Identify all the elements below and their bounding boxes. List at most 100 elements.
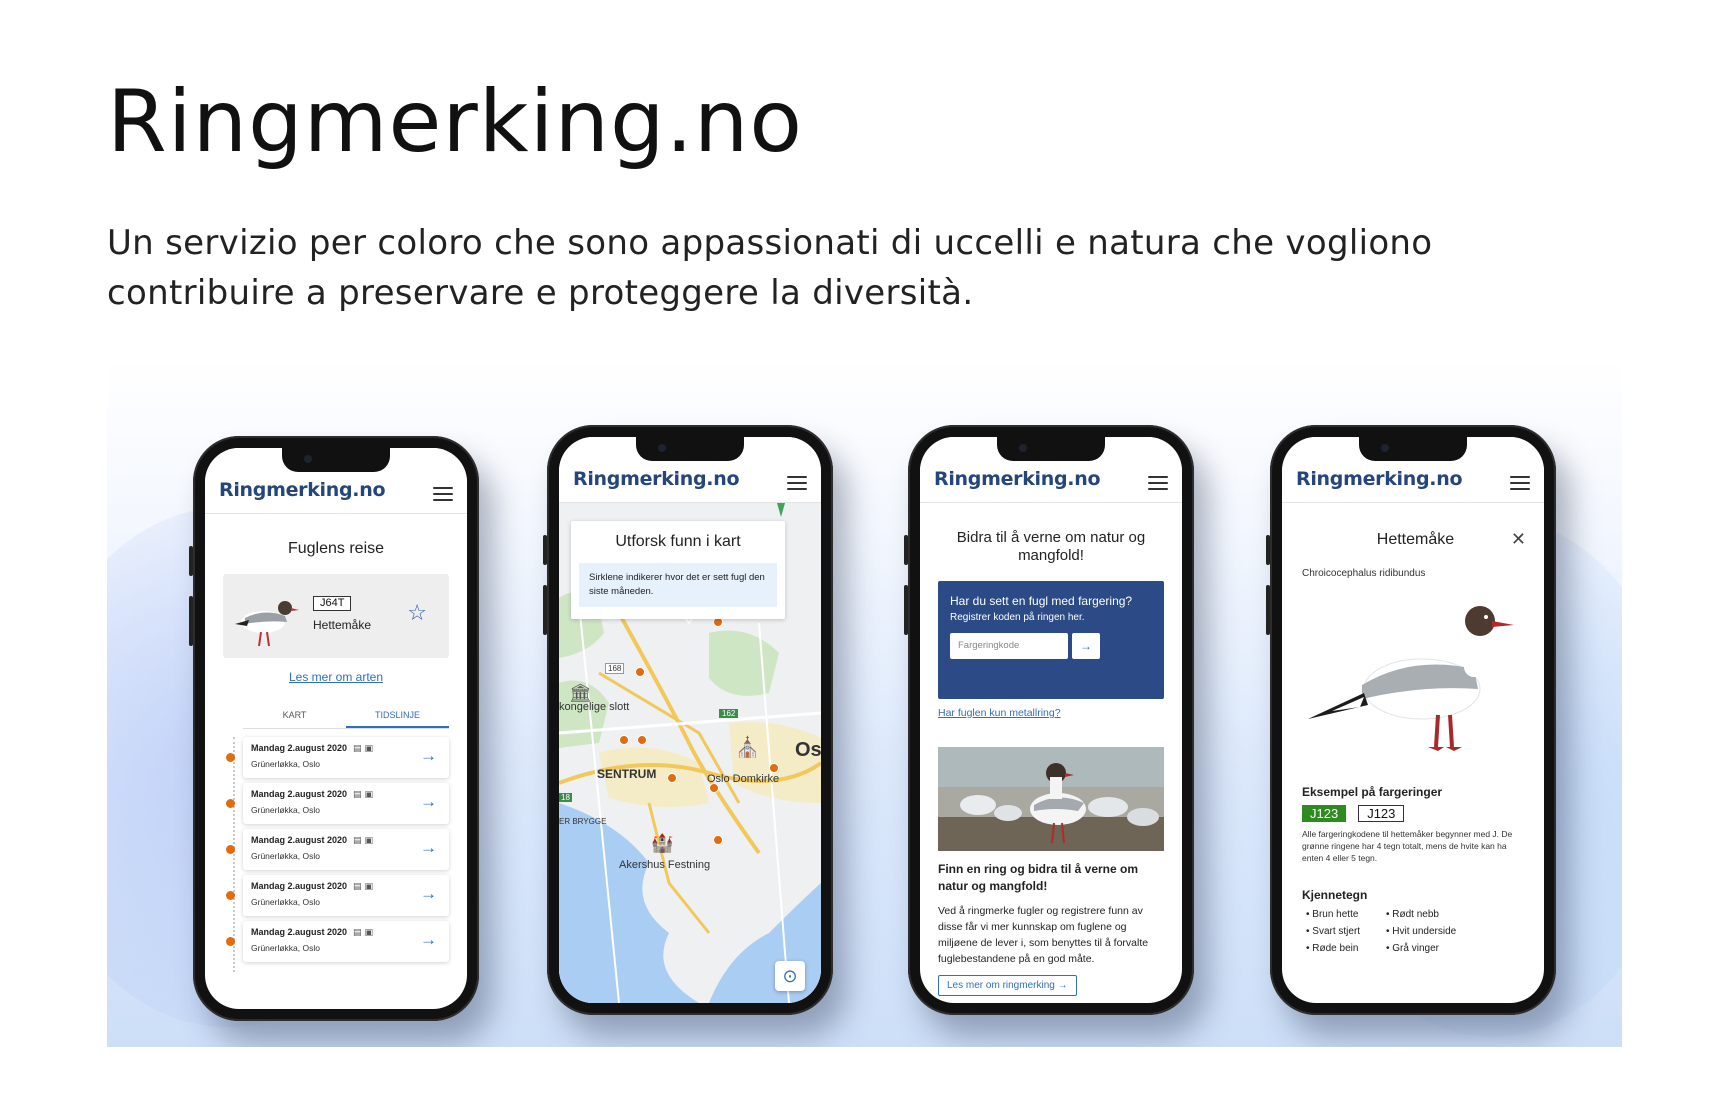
timeline-date: Mandag 2.august 2020 <box>251 881 348 891</box>
timeline-dot <box>226 799 235 808</box>
register-subtitle: Registrer koden på ringen her. <box>950 612 1085 623</box>
gull-illustration <box>235 601 299 647</box>
trait-item: • Brun hette <box>1306 909 1359 920</box>
sighting-dot[interactable] <box>713 835 723 845</box>
mockup-stage: Ringmerking.no Fuglens reise J64T Hettem… <box>107 357 1622 1047</box>
examples-title: Eksempel på fargeringer <box>1302 785 1443 799</box>
species-link[interactable]: Les mer om arten <box>289 670 383 684</box>
metal-ring-link[interactable]: Har fuglen kun metallring? <box>938 707 1061 719</box>
trait-item: • Svart stjert <box>1306 926 1361 937</box>
hamburger-menu-icon[interactable] <box>1510 476 1530 490</box>
gull-illustration <box>1308 606 1514 751</box>
timeline-place: Grünerløkka, Oslo <box>251 943 320 953</box>
ring-code-tag: J64T <box>313 596 352 611</box>
trait-item: • Rødt nebb <box>1386 909 1439 920</box>
trait-item: • Grå vinger <box>1386 943 1439 954</box>
timeline-place: Grünerløkka, Oslo <box>251 805 320 815</box>
species-name: Hettemåke <box>313 618 372 632</box>
hamburger-menu-icon[interactable] <box>787 476 807 490</box>
map-label-sentrum: SENTRUM <box>597 767 657 781</box>
register-question: Har du sett en fugl med fargering? <box>950 594 1133 608</box>
traits-list: • Brun hette • Rødt nebb • Svart stjert … <box>1306 906 1520 957</box>
comment-image-icons: ▤▣ <box>353 789 377 799</box>
timeline-item[interactable]: Mandag 2.august 2020 Grünerløkka, Oslo ▤… <box>226 875 449 916</box>
screen-title: Fuglens reise <box>287 540 385 557</box>
map-label-os: Os <box>795 739 821 761</box>
timeline-dot <box>226 937 235 946</box>
ring-note: Alle fargeringkodene til hettemåker begy… <box>1302 829 1513 863</box>
palace-icon: 🏛 <box>569 683 592 703</box>
hamburger-menu-icon[interactable] <box>433 487 453 501</box>
trait-item: • Røde bein <box>1306 943 1359 954</box>
app-logo[interactable]: Ringmerking.no <box>573 468 740 490</box>
article-title: Finn en ring og bidra til å verne om nat… <box>938 862 1139 893</box>
phone-species: Ringmerking.no Hettemåke ✕ Chroicocephal… <box>1266 425 1556 1015</box>
arrow-right-icon[interactable]: → <box>420 792 437 812</box>
sighting-dot[interactable] <box>619 735 629 745</box>
timeline-item[interactable]: Mandag 2.august 2020 Grünerløkka, Oslo ▤… <box>226 829 449 870</box>
timeline-place: Grünerløkka, Oslo <box>251 759 320 769</box>
favorite-star-icon[interactable]: ☆ <box>407 600 427 626</box>
bird-card[interactable]: J64T Hettemåke ☆ <box>223 574 449 658</box>
green-ring-example: J123 <box>1302 805 1347 822</box>
timeline-date: Mandag 2.august 2020 <box>251 789 348 799</box>
timeline-date: Mandag 2.august 2020 <box>251 743 348 753</box>
gull-photo <box>938 747 1164 851</box>
timeline-item[interactable]: Mandag 2.august 2020 Grünerløkka, Oslo ▤… <box>226 737 449 778</box>
map-label-akershus: Akershus Festning <box>619 859 711 871</box>
article-body: Ved å ringmerke fugler og registrere fun… <box>938 905 1149 965</box>
traits-title: Kjennetegn <box>1302 888 1368 902</box>
gull-illustration-large <box>1302 589 1524 759</box>
sighting-dot[interactable] <box>709 783 719 793</box>
ring-code-input[interactable]: Fargeringkode <box>950 633 1068 659</box>
timeline-item[interactable]: Mandag 2.august 2020 Grünerløkka, Oslo ▤… <box>226 783 449 824</box>
cathedral-icon: ⛪ <box>735 737 760 759</box>
my-location-button[interactable]: ⊙ <box>775 961 805 991</box>
map-view[interactable]: Utforsk funn i kart Sirklene indikerer h… <box>559 503 821 1003</box>
read-more-button[interactable]: Les mer om ringmerking → <box>938 975 1077 996</box>
tab-tidslinje[interactable]: TIDSLINJE <box>346 710 449 728</box>
sighting-dot[interactable] <box>635 667 645 677</box>
timeline: Mandag 2.august 2020 Grünerløkka, Oslo ▤… <box>225 737 449 972</box>
screen-title: Utforsk funn i kart <box>615 533 741 550</box>
sighting-dot[interactable] <box>637 735 647 745</box>
map-info-message: Sirklene indikerer hvor det er sett fugl… <box>579 563 777 607</box>
gull-photo-image <box>938 747 1164 851</box>
timeline-place: Grünerløkka, Oslo <box>251 897 320 907</box>
app-logo[interactable]: Ringmerking.no <box>219 479 386 501</box>
hamburger-menu-icon[interactable] <box>1148 476 1168 490</box>
close-icon[interactable]: ✕ <box>1511 529 1526 550</box>
species-title: Hettemåke <box>1376 530 1455 548</box>
timeline-date: Mandag 2.august 2020 <box>251 927 348 937</box>
timeline-item[interactable]: Mandag 2.august 2020 Grünerløkka, Oslo ▤… <box>226 921 449 962</box>
app-logo[interactable]: Ringmerking.no <box>1296 468 1463 490</box>
tab-kart[interactable]: KART <box>243 710 346 728</box>
comment-image-icons: ▤▣ <box>353 835 377 845</box>
map-label-domkirke: Oslo Domkirke <box>707 773 780 785</box>
arrow-right-icon[interactable]: → <box>420 746 437 766</box>
app-logo[interactable]: Ringmerking.no <box>934 468 1101 490</box>
comment-image-icons: ▤▣ <box>353 927 377 937</box>
sighting-dot[interactable] <box>667 773 677 783</box>
arrow-right-icon[interactable]: → <box>420 884 437 904</box>
page-title: Ringmerking.no <box>107 72 804 172</box>
sighting-dot[interactable] <box>769 763 779 773</box>
arrow-right-icon[interactable]: → <box>420 838 437 858</box>
comment-image-icons: ▤▣ <box>353 743 377 753</box>
road-sign-168: 168 <box>605 663 625 674</box>
phone-bird-journey: Ringmerking.no Fuglens reise J64T Hettem… <box>189 436 479 1021</box>
view-tabs: KART TIDSLINJE <box>243 710 449 729</box>
arrow-right-icon[interactable]: → <box>420 930 437 950</box>
read-more-label: Les mer om ringmerking <box>947 980 1055 991</box>
submit-code-button[interactable]: → <box>1072 633 1100 659</box>
map-info-card: Utforsk funn i kart Sirklene indikerer h… <box>571 521 785 619</box>
phone-register: Ringmerking.no Bidra til å verne om natu… <box>904 425 1194 1015</box>
comment-image-icons: ▤▣ <box>353 881 377 891</box>
timeline-dot <box>226 845 235 854</box>
map-label-brygge: ER BRYGGE <box>559 817 607 826</box>
road-sign-162: 162 <box>719 709 739 718</box>
timeline-dot <box>226 891 235 900</box>
timeline-dot <box>226 753 235 762</box>
fortress-icon: 🏰 <box>651 833 674 853</box>
screen-title: Bidra til å verne om natur og mangfold! <box>956 529 1146 564</box>
